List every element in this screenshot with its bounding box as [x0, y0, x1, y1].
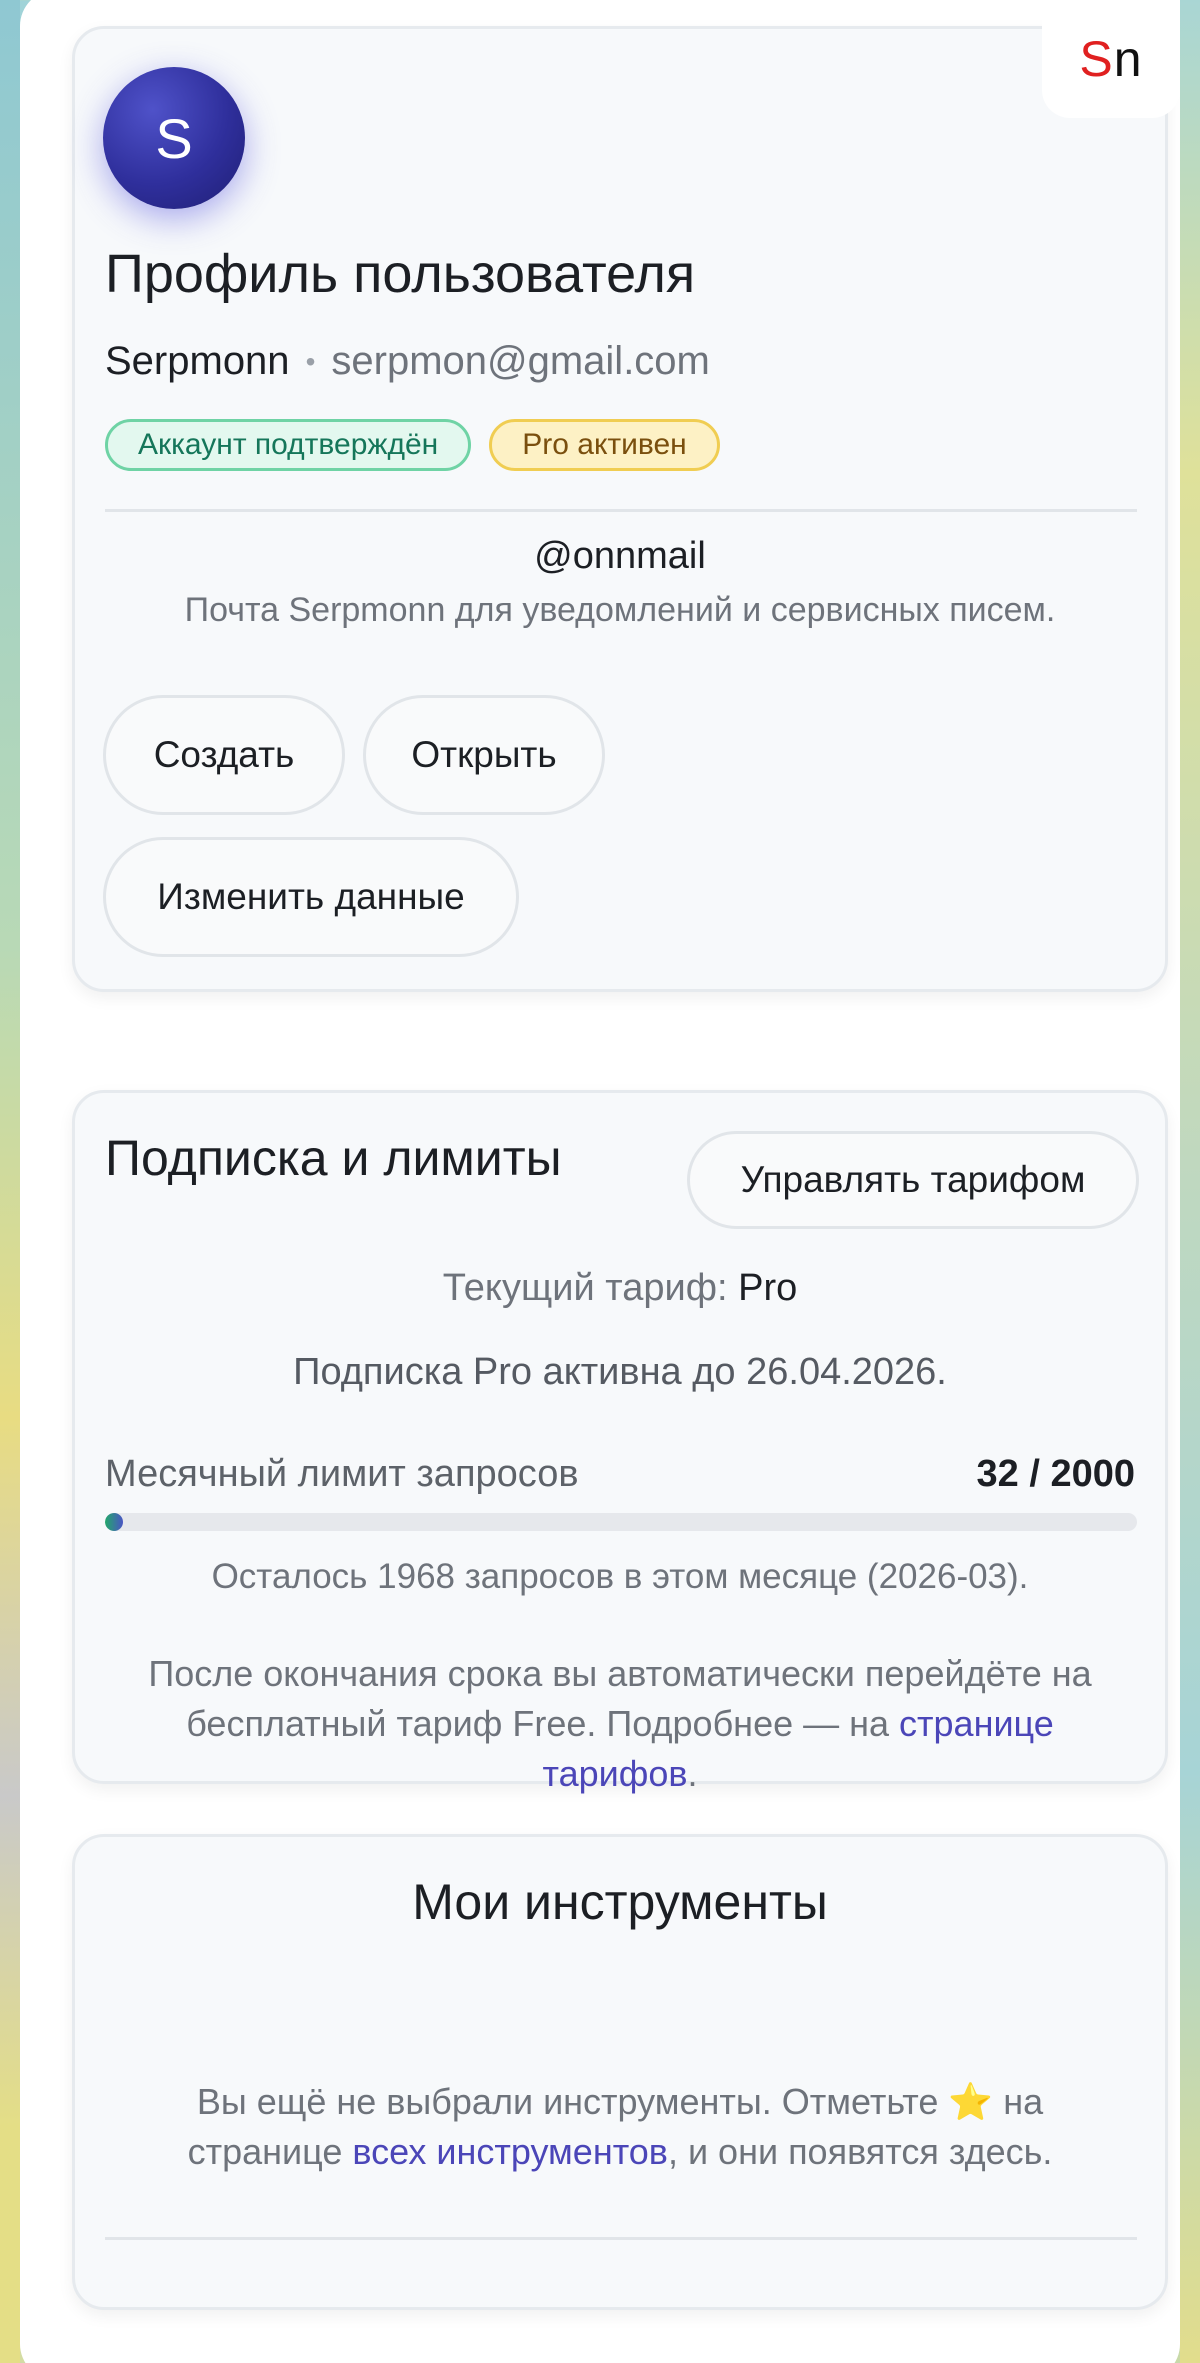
pro-badge: Pro активен [489, 419, 720, 471]
username: Serpmonn [105, 339, 290, 383]
verified-badge: Аккаунт подтверждён [105, 419, 472, 471]
profile-card: S Профиль пользователя Serpmonn • serpmo… [72, 26, 1168, 992]
open-mail-button[interactable]: Открыть [363, 695, 605, 815]
empty-text-end: , и они появятся здесь. [667, 2131, 1053, 2172]
background-edge-right [1180, 0, 1200, 2363]
mail-handle: @onnmail [534, 535, 706, 577]
plan-label: Текущий тариф: [442, 1267, 728, 1309]
limit-progress-fill [105, 1513, 123, 1531]
subscription-card: Подписка и лимиты Управлять тарифом Теку… [72, 1090, 1168, 1794]
subscription-title: Подписка и лимиты [105, 1130, 562, 1186]
tools-card: Мои инструменты Вы ещё не выбрали инстру… [72, 1834, 1168, 2310]
after-expiry-note: После окончания срока вы автоматически п… [115, 1649, 1125, 1799]
avatar[interactable]: S [103, 67, 245, 209]
tools-empty-state: Вы ещё не выбрали инструменты. Отметьте … [115, 2077, 1125, 2177]
edit-profile-button[interactable]: Изменить данные [103, 837, 519, 957]
current-plan: Текущий тариф: Pro [75, 1267, 1165, 1310]
brand-logo[interactable]: Sn [1042, 0, 1180, 118]
star-icon: ⭐ [948, 2081, 994, 2122]
plan-value: Pro [738, 1267, 798, 1309]
tools-title: Мои инструменты [412, 1874, 828, 1930]
empty-text: Вы ещё не выбрали инструменты. Отметьте [196, 2081, 939, 2122]
status-badges: Аккаунт подтверждён Pro активен [105, 419, 738, 471]
active-until: Подписка Pro активна до 26.04.2026. [293, 1351, 947, 1393]
divider [105, 509, 1137, 512]
create-mail-button[interactable]: Создать [103, 695, 345, 815]
mail-description: Почта Serpmonn для уведомлений и сервисн… [184, 591, 1056, 629]
page-sheet: S Профиль пользователя Serpmonn • serpmo… [20, 0, 1180, 2363]
background-edge-left [0, 0, 20, 2363]
manage-plan-button[interactable]: Управлять тарифом [687, 1131, 1139, 1229]
remaining-requests: Осталось 1968 запросов в этом месяце (20… [211, 1557, 1029, 1596]
all-tools-link[interactable]: всех инструментов [352, 2131, 668, 2172]
after-note-end: . [687, 1753, 698, 1794]
limit-progress-bar [105, 1513, 1137, 1531]
user-info: Serpmonn • serpmon@gmail.com [105, 339, 710, 384]
avatar-letter: S [155, 106, 193, 170]
limit-label: Месячный лимит запросов [105, 1453, 579, 1495]
separator-dot: • [305, 345, 316, 377]
logo-letter-s: S [1079, 31, 1114, 87]
user-email: serpmon@gmail.com [331, 339, 710, 383]
logo-letter-n: n [1113, 31, 1143, 87]
page-title: Профиль пользователя [105, 244, 696, 304]
divider [105, 2237, 1137, 2240]
limit-value: 32 / 2000 [976, 1453, 1135, 1495]
